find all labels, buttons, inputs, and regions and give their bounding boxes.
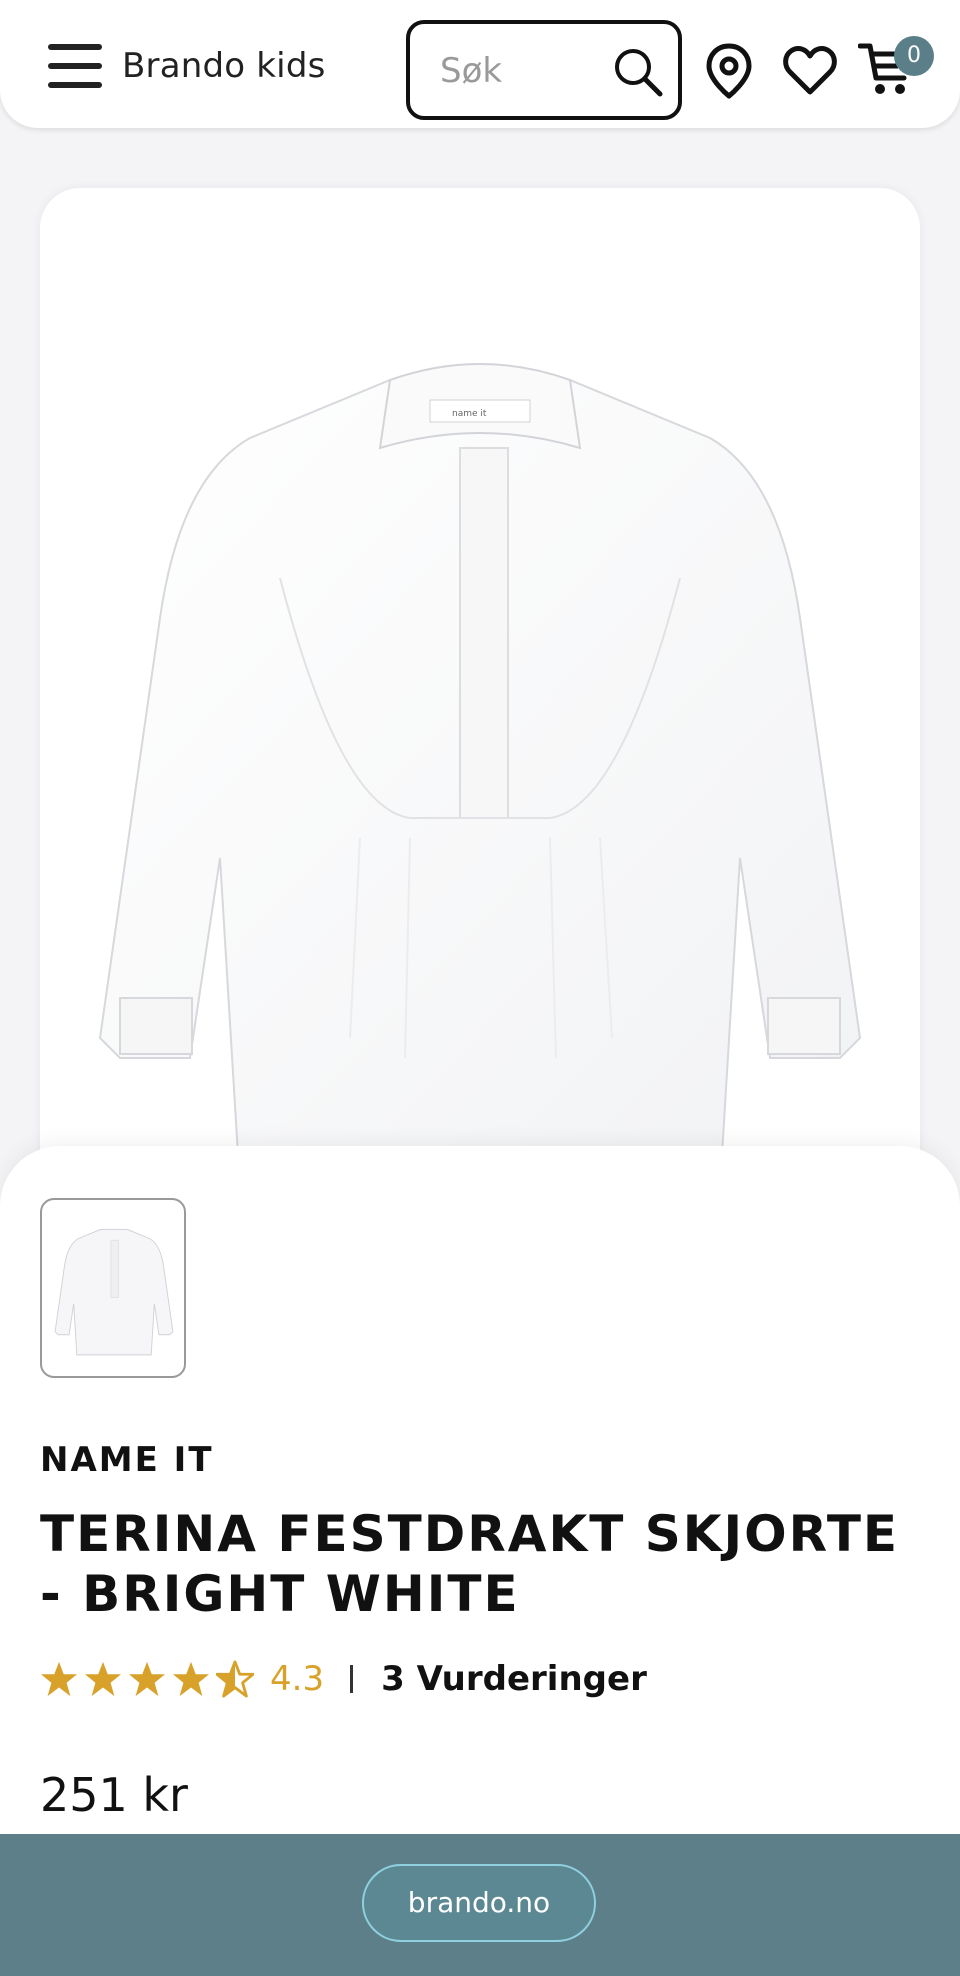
product-thumbnail[interactable] — [40, 1198, 186, 1378]
star-full-icon — [172, 1661, 210, 1697]
search-box[interactable] — [406, 20, 682, 120]
site-logo[interactable]: Brando kids — [122, 46, 326, 86]
product-price: 251 kr — [40, 1768, 188, 1822]
rating-divider — [350, 1665, 354, 1693]
star-full-icon — [84, 1661, 122, 1697]
rating-value: 4.3 — [270, 1659, 325, 1699]
thumbnail-image — [54, 1228, 174, 1356]
search-icon[interactable] — [612, 46, 664, 98]
browser-bottom-bar: brando.no — [0, 1834, 960, 1976]
product-info-panel: NAME IT TERINA FESTDRAKT SKJORTE - BRIGH… — [0, 1146, 960, 1906]
heart-icon[interactable] — [782, 44, 838, 96]
product-image[interactable]: name it — [80, 338, 880, 1188]
location-pin-icon[interactable] — [703, 42, 755, 100]
svg-text:name it: name it — [452, 409, 487, 419]
site-header: Brando kids 0 — [0, 0, 960, 128]
product-rating[interactable]: 4.3 3 Vurderinger — [40, 1656, 647, 1702]
cart-count-badge[interactable]: 0 — [894, 36, 934, 76]
reviews-link[interactable]: 3 Vurderinger — [381, 1659, 647, 1699]
star-full-icon — [128, 1661, 166, 1697]
star-full-icon — [40, 1661, 78, 1697]
menu-icon[interactable] — [46, 40, 104, 92]
rating-stars — [40, 1660, 260, 1698]
url-pill[interactable]: brando.no — [362, 1864, 596, 1942]
star-half-icon — [216, 1660, 254, 1698]
product-image-card[interactable]: name it — [40, 188, 920, 1188]
product-brand[interactable]: NAME IT — [40, 1440, 214, 1480]
search-input[interactable] — [440, 48, 590, 94]
product-title: TERINA FESTDRAKT SKJORTE - BRIGHT WHITE — [40, 1505, 900, 1623]
